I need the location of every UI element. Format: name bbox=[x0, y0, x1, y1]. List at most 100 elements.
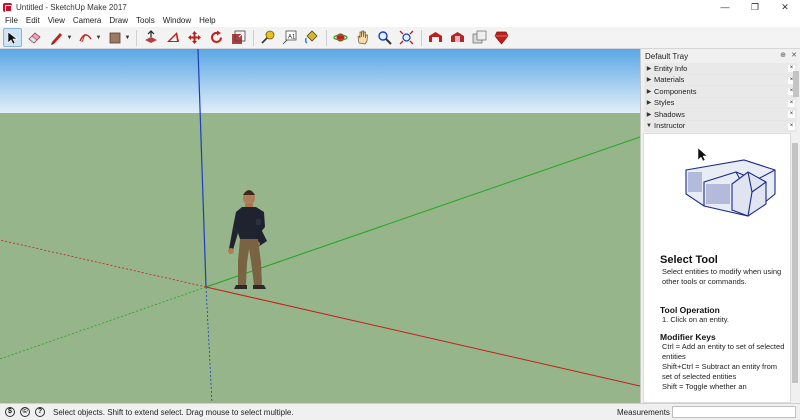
3d-warehouse-button[interactable] bbox=[426, 28, 445, 47]
title-bar: Untitled - SketchUp Make 2017 — ❐ ✕ bbox=[0, 0, 800, 14]
line-tool-button[interactable] bbox=[47, 28, 66, 47]
send-to-layout-button[interactable] bbox=[470, 28, 489, 47]
tape-measure-tool-button[interactable] bbox=[258, 28, 277, 47]
menu-edit[interactable]: Edit bbox=[22, 14, 44, 27]
paint-bucket-tool-button[interactable] bbox=[302, 28, 321, 47]
cursor-icon bbox=[697, 147, 708, 162]
close-button[interactable]: ✕ bbox=[770, 0, 800, 14]
status-bar: $ © ? Select objects. Shift to extend se… bbox=[0, 403, 800, 420]
select-tool-button[interactable] bbox=[3, 28, 22, 47]
zoom-extents-icon bbox=[399, 30, 414, 45]
move-icon bbox=[188, 31, 201, 44]
menu-tools[interactable]: Tools bbox=[132, 14, 159, 27]
magnifier-icon bbox=[378, 31, 392, 45]
menu-draw[interactable]: Draw bbox=[105, 14, 132, 27]
instructor-title: Select Tool bbox=[660, 254, 718, 266]
collapse-arrow-icon: ▼ bbox=[646, 122, 652, 129]
panel-close-icon[interactable]: × bbox=[788, 122, 795, 130]
instructor-icon[interactable]: ? bbox=[35, 407, 45, 417]
panel-shadows[interactable]: ▶ Shadows × bbox=[644, 109, 797, 121]
ruby-icon bbox=[494, 31, 509, 45]
rotate-tool-button[interactable] bbox=[207, 28, 226, 47]
menu-help[interactable]: Help bbox=[195, 14, 219, 27]
pan-tool-button[interactable] bbox=[353, 28, 372, 47]
tray-header: Default Tray ⊕ ✕ bbox=[641, 49, 800, 63]
scrollbar-thumb[interactable] bbox=[792, 143, 798, 383]
shape-tool-menu-caret[interactable]: ▼ bbox=[124, 28, 131, 47]
tray-close-icon[interactable]: ✕ bbox=[791, 51, 797, 59]
scrollbar-thumb[interactable] bbox=[793, 71, 799, 97]
toolbar-separator bbox=[136, 29, 137, 46]
arc-tool-menu-caret[interactable]: ▼ bbox=[95, 28, 102, 47]
tray-scrollbar[interactable] bbox=[792, 63, 800, 123]
tool-operation-text: 1. Click on an entity. bbox=[662, 315, 729, 324]
arc-tool-group: ▼ bbox=[76, 28, 102, 47]
panel-components[interactable]: ▶ Components × bbox=[644, 86, 797, 98]
modifier-keys-heading: Modifier Keys bbox=[660, 332, 716, 342]
measurements-label: Measurements bbox=[617, 408, 670, 417]
sky bbox=[0, 49, 640, 113]
toolbar-separator bbox=[253, 29, 254, 46]
panel-styles[interactable]: ▶ Styles × bbox=[644, 97, 797, 109]
shape-tool-button[interactable] bbox=[105, 28, 124, 47]
scale-icon bbox=[232, 30, 246, 44]
tray-title: Default Tray bbox=[645, 51, 689, 61]
expand-arrow-icon: ▶ bbox=[646, 111, 652, 118]
line-tool-menu-caret[interactable]: ▼ bbox=[66, 28, 73, 47]
window-title: Untitled - SketchUp Make 2017 bbox=[16, 2, 127, 12]
menu-bar: File Edit View Camera Draw Tools Window … bbox=[0, 14, 800, 27]
instructor-scrollbar[interactable] bbox=[791, 133, 799, 403]
hand-icon bbox=[357, 30, 368, 45]
arc-tool-button[interactable] bbox=[76, 28, 95, 47]
panel-label: Styles bbox=[654, 98, 675, 108]
eraser-tool-button[interactable] bbox=[25, 28, 44, 47]
maximize-button[interactable]: ❐ bbox=[740, 0, 770, 14]
menu-window[interactable]: Window bbox=[159, 14, 195, 27]
move-tool-button[interactable] bbox=[185, 28, 204, 47]
toolbar-separator bbox=[421, 29, 422, 46]
ground bbox=[0, 113, 640, 403]
geo-location-icon[interactable]: $ bbox=[5, 407, 15, 417]
sketchup-logo-icon bbox=[3, 2, 12, 12]
measurements-input[interactable] bbox=[672, 406, 796, 418]
panel-materials[interactable]: ▶ Materials × bbox=[644, 74, 797, 86]
select-tool-illustration bbox=[685, 147, 776, 217]
push-pull-icon bbox=[145, 30, 157, 43]
pin-icon[interactable]: ⊕ bbox=[780, 51, 786, 59]
expand-arrow-icon: ▶ bbox=[646, 100, 652, 107]
tool-operation-heading: Tool Operation bbox=[660, 305, 720, 315]
extension-warehouse-button[interactable] bbox=[448, 28, 467, 47]
instructor-content: Select Tool Select entities to modify wh… bbox=[643, 133, 791, 403]
drawing-viewport[interactable] bbox=[0, 49, 640, 403]
pencil-icon bbox=[51, 33, 62, 45]
menu-view[interactable]: View bbox=[44, 14, 69, 27]
tape-measure-icon bbox=[261, 30, 275, 44]
eraser-icon bbox=[28, 32, 41, 44]
expand-arrow-icon: ▶ bbox=[646, 65, 652, 72]
panel-instructor[interactable]: ▼ Instructor × bbox=[644, 120, 797, 132]
scale-tool-button[interactable] bbox=[229, 28, 248, 47]
svg-text:A1: A1 bbox=[288, 35, 296, 41]
window-controls: — ❐ ✕ bbox=[710, 0, 800, 14]
text-tool-button[interactable]: A1 bbox=[280, 28, 299, 47]
warehouse-icon bbox=[429, 32, 442, 42]
extension-manager-button[interactable] bbox=[492, 28, 511, 47]
offset-tool-button[interactable] bbox=[163, 28, 182, 47]
minimize-button[interactable]: — bbox=[710, 0, 740, 14]
menu-file[interactable]: File bbox=[0, 14, 22, 27]
menu-camera[interactable]: Camera bbox=[69, 14, 105, 27]
credits-icon[interactable]: © bbox=[20, 407, 30, 417]
modifier-keys-text: Ctrl = Add an entity to set of selected … bbox=[662, 342, 785, 391]
zoom-extents-tool-button[interactable] bbox=[397, 28, 416, 47]
orbit-tool-button[interactable] bbox=[331, 28, 350, 47]
panel-entity-info[interactable]: ▶ Entity Info × bbox=[644, 63, 797, 75]
text-icon: A1 bbox=[282, 30, 297, 45]
getting-started-toolbar: ▼ ▼ ▼ A1 bbox=[0, 27, 800, 49]
extension-icon bbox=[451, 32, 464, 42]
push-pull-tool-button[interactable] bbox=[141, 28, 160, 47]
zoom-tool-button[interactable] bbox=[375, 28, 394, 47]
panel-label: Instructor bbox=[654, 121, 686, 131]
shape-tool-group: ▼ bbox=[105, 28, 131, 47]
instructor-description: Select entities to modify when using oth… bbox=[662, 267, 782, 286]
panel-label: Entity Info bbox=[654, 63, 688, 73]
